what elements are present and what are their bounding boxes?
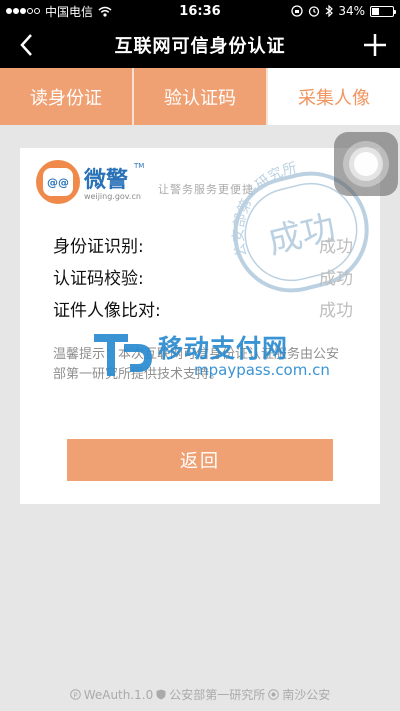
result-row-code: 认证码校验: 成功 — [53, 264, 353, 290]
step-tabs: 读身份证 验认证码 采集人像 — [0, 68, 400, 125]
plus-icon[interactable] — [360, 30, 390, 60]
page-title: 互联网可信身份认证 — [114, 36, 286, 57]
footer-version: WeAuth.1.0 — [83, 687, 154, 702]
assistive-touch-button[interactable] — [334, 132, 398, 196]
signal-dots-icon — [6, 8, 40, 14]
assistive-ring — [343, 141, 389, 187]
p-circle-icon: P — [69, 689, 81, 700]
result-label: 身份证识别: — [53, 237, 144, 257]
tab-read-id-card[interactable]: 读身份证 — [0, 68, 132, 125]
wifi-icon — [98, 6, 112, 17]
battery-fill — [372, 7, 379, 15]
assistive-ring — [354, 152, 378, 176]
logo-url: weijing.gov.cn — [84, 192, 141, 201]
badge-icon — [268, 689, 280, 700]
carrier-name: 中国电信 — [45, 4, 94, 19]
footer-institute: 公安部第一研究所 — [169, 688, 266, 702]
watermark: 移动支付网 mpaypass.com.cn — [94, 329, 334, 385]
lock-rotation-icon — [291, 5, 303, 17]
svg-text:P: P — [73, 691, 77, 699]
watermark-cn: 移动支付网 — [158, 334, 289, 363]
watermark-logo-icon — [94, 334, 152, 376]
status-left: 中国电信 — [6, 3, 112, 20]
result-label: 证件人像比对: — [53, 301, 161, 321]
back-arrow-icon[interactable] — [14, 30, 44, 60]
battery-icon — [370, 5, 396, 17]
shield-icon — [156, 689, 166, 700]
assistive-ring — [349, 147, 383, 181]
card-zigzag-edge — [20, 500, 380, 508]
nav-bar: 互联网可信身份认证 — [0, 22, 400, 68]
tab-verify-code[interactable]: 验认证码 — [132, 68, 266, 125]
result-value: 成功 — [319, 237, 353, 257]
footer: P WeAuth.1.0 公安部第一研究所 南沙公安 — [0, 686, 400, 703]
logo-mascot: @@ — [43, 168, 73, 196]
result-row-portrait: 证件人像比对: 成功 — [53, 296, 353, 322]
logo-name: 微警 — [84, 168, 129, 193]
logo-trademark: TM — [134, 162, 145, 170]
weijing-logo: @@ 微警 TM weijing.gov.cn — [36, 160, 146, 210]
result-value: 成功 — [319, 269, 353, 289]
result-row-id-card: 身份证识别: 成功 — [53, 232, 353, 258]
result-card: @@ 微警 TM weijing.gov.cn 让警务服务更便捷 公安部第一研究… — [20, 148, 380, 504]
battery-percent: 34% — [338, 4, 365, 18]
footer-police: 南沙公安 — [282, 688, 331, 702]
alarm-icon — [309, 6, 320, 17]
tab-capture-portrait[interactable]: 采集人像 — [266, 68, 400, 125]
status-bar: 中国电信 16:36 34% — [0, 0, 400, 22]
result-value: 成功 — [319, 301, 353, 321]
logo-circle: @@ — [36, 160, 80, 204]
result-label: 认证码校验: — [53, 269, 144, 289]
status-right: 34% — [291, 4, 396, 18]
bluetooth-icon — [325, 5, 334, 17]
return-button[interactable]: 返回 — [67, 439, 333, 481]
watermark-url: mpaypass.com.cn — [194, 361, 330, 379]
